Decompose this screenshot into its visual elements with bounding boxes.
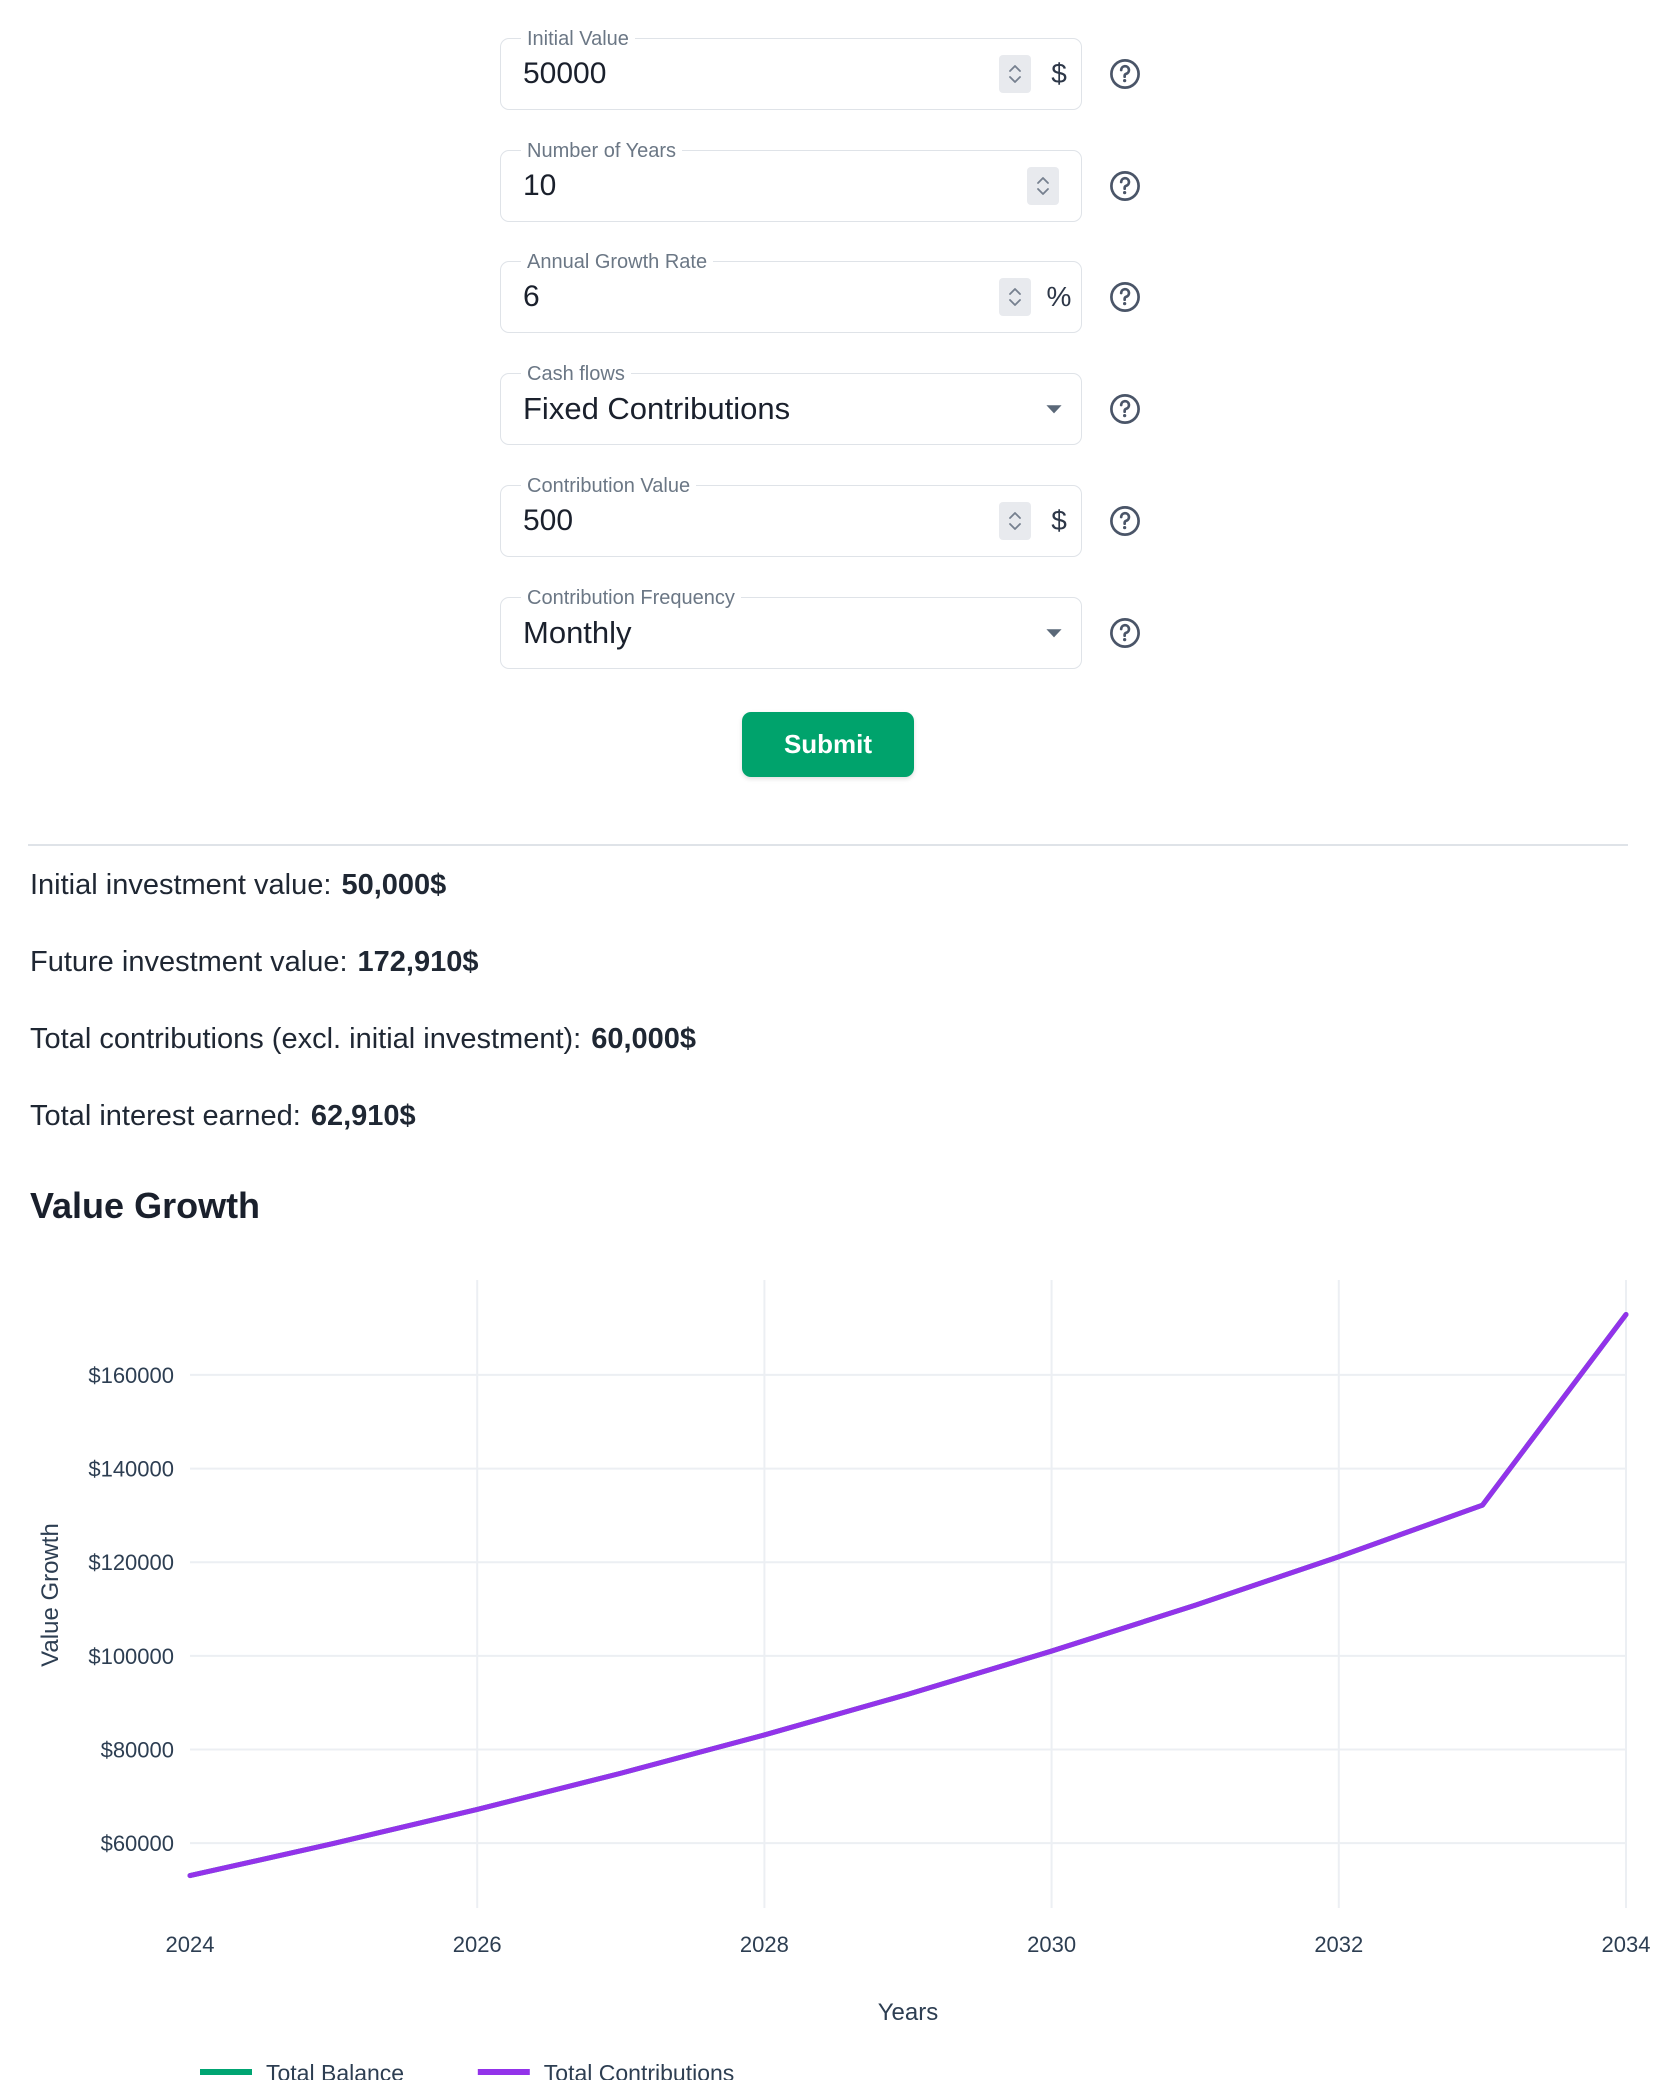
legend-label: Total Contributions [544,2060,735,2080]
result-label: Total interest earned: [30,1100,301,1132]
initial-value-stepper[interactable] [999,55,1031,93]
x-axis-title: Years [878,1999,939,2026]
number-of-years-label: Number of Years [521,140,682,162]
field-row-number-of-years: Number of Years 10 [500,140,1142,222]
result-initial-investment-value: Initial investment value: 50,000$ [30,868,1430,902]
contribution-value-field[interactable]: Contribution Value 500 $ [500,475,1082,557]
section-divider [28,844,1628,846]
initial-value-label: Initial Value [521,28,635,50]
field-row-contribution-frequency: Contribution Frequency Monthly [500,587,1142,669]
result-label: Total contributions (excl. initial inves… [30,1023,582,1055]
help-icon[interactable] [1108,616,1142,650]
submit-row: Submit [0,712,1656,777]
field-row-cash-flows: Cash flows Fixed Contributions [500,363,1142,445]
x-tick-label: 2030 [1027,1932,1076,1957]
result-label: Future investment value: [30,946,348,978]
value-growth-chart: $60000 $80000 $100000 $120000 $140000 $160000… [0,1280,1656,2080]
result-future-investment-value: Future investment value: 172,910$ [30,945,1430,979]
help-icon[interactable] [1108,504,1142,538]
cash-flows-value: Fixed Contributions [523,392,791,426]
cash-flows-select[interactable]: Cash flows Fixed Contributions [500,363,1082,445]
y-tick-label: $120000 [88,1550,174,1575]
number-of-years-stepper[interactable] [1027,167,1059,205]
contribution-value-stepper[interactable] [999,502,1031,540]
y-tick-label: $100000 [88,1644,174,1669]
submit-button[interactable]: Submit [741,712,915,777]
field-row-annual-growth-rate: Annual Growth Rate 6 % [500,251,1142,333]
result-total-contributions: Total contributions (excl. initial inves… [30,1022,1430,1056]
legend-label: Total Balance [266,2060,404,2080]
contribution-value-input[interactable]: 500 [501,504,999,538]
result-label: Initial investment value: [30,869,332,901]
number-of-years-input[interactable]: 10 [501,169,1027,203]
annual-growth-rate-unit: % [1046,281,1072,312]
contribution-value-unit: $ [1051,505,1067,536]
annual-growth-rate-label: Annual Growth Rate [521,251,714,273]
value-growth-heading: Value Growth [30,1185,261,1226]
chart-svg: $60000 $80000 $100000 $120000 $140000 $160000… [37,1280,1651,2080]
x-tick-label: 2032 [1314,1932,1363,1957]
result-value: 62,910$ [310,1100,416,1132]
help-icon[interactable] [1108,392,1142,426]
help-icon[interactable] [1108,169,1142,203]
chevron-down-icon[interactable] [1027,396,1081,422]
cash-flows-label: Cash flows [521,363,631,385]
contribution-frequency-value: Monthly [523,616,632,650]
y-tick-label: $140000 [88,1457,174,1482]
y-tick-label: $160000 [88,1363,174,1388]
result-value: 172,910$ [357,946,479,978]
contribution-value-label: Contribution Value [521,475,697,497]
field-row-initial-value: Initial Value 50000 $ [500,28,1142,110]
y-axis-title: Value Growth [37,1523,64,1667]
contribution-frequency-select[interactable]: Contribution Frequency Monthly [500,587,1082,669]
annual-growth-rate-field[interactable]: Annual Growth Rate 6 % [500,251,1082,333]
initial-value-input[interactable]: 50000 [501,57,999,91]
x-tick-label: 2026 [453,1932,502,1957]
x-tick-label: 2024 [166,1932,215,1957]
help-icon[interactable] [1108,57,1142,91]
annual-growth-rate-stepper[interactable] [999,278,1031,316]
annual-growth-rate-input[interactable]: 6 [501,280,999,314]
field-row-contribution-value: Contribution Value 500 $ [500,475,1142,557]
chevron-down-icon[interactable] [1027,620,1081,646]
result-value: 50,000$ [341,869,447,901]
number-of-years-field[interactable]: Number of Years 10 [500,140,1082,222]
result-value: 60,000$ [591,1023,697,1055]
contribution-frequency-label: Contribution Frequency [521,587,741,609]
y-tick-label: $60000 [101,1831,174,1856]
x-tick-label: 2028 [740,1932,789,1957]
help-icon[interactable] [1108,280,1142,314]
results-summary: Initial investment value: 50,000$ Future … [30,868,1430,1176]
initial-value-field[interactable]: Initial Value 50000 $ [500,28,1082,110]
initial-value-unit: $ [1051,58,1067,89]
y-tick-label: $80000 [101,1738,174,1763]
x-tick-label: 2034 [1602,1932,1651,1957]
result-total-interest-earned: Total interest earned: 62,910$ [30,1099,1430,1133]
series-line [187,1311,1629,1879]
series-line [187,1311,1629,1879]
